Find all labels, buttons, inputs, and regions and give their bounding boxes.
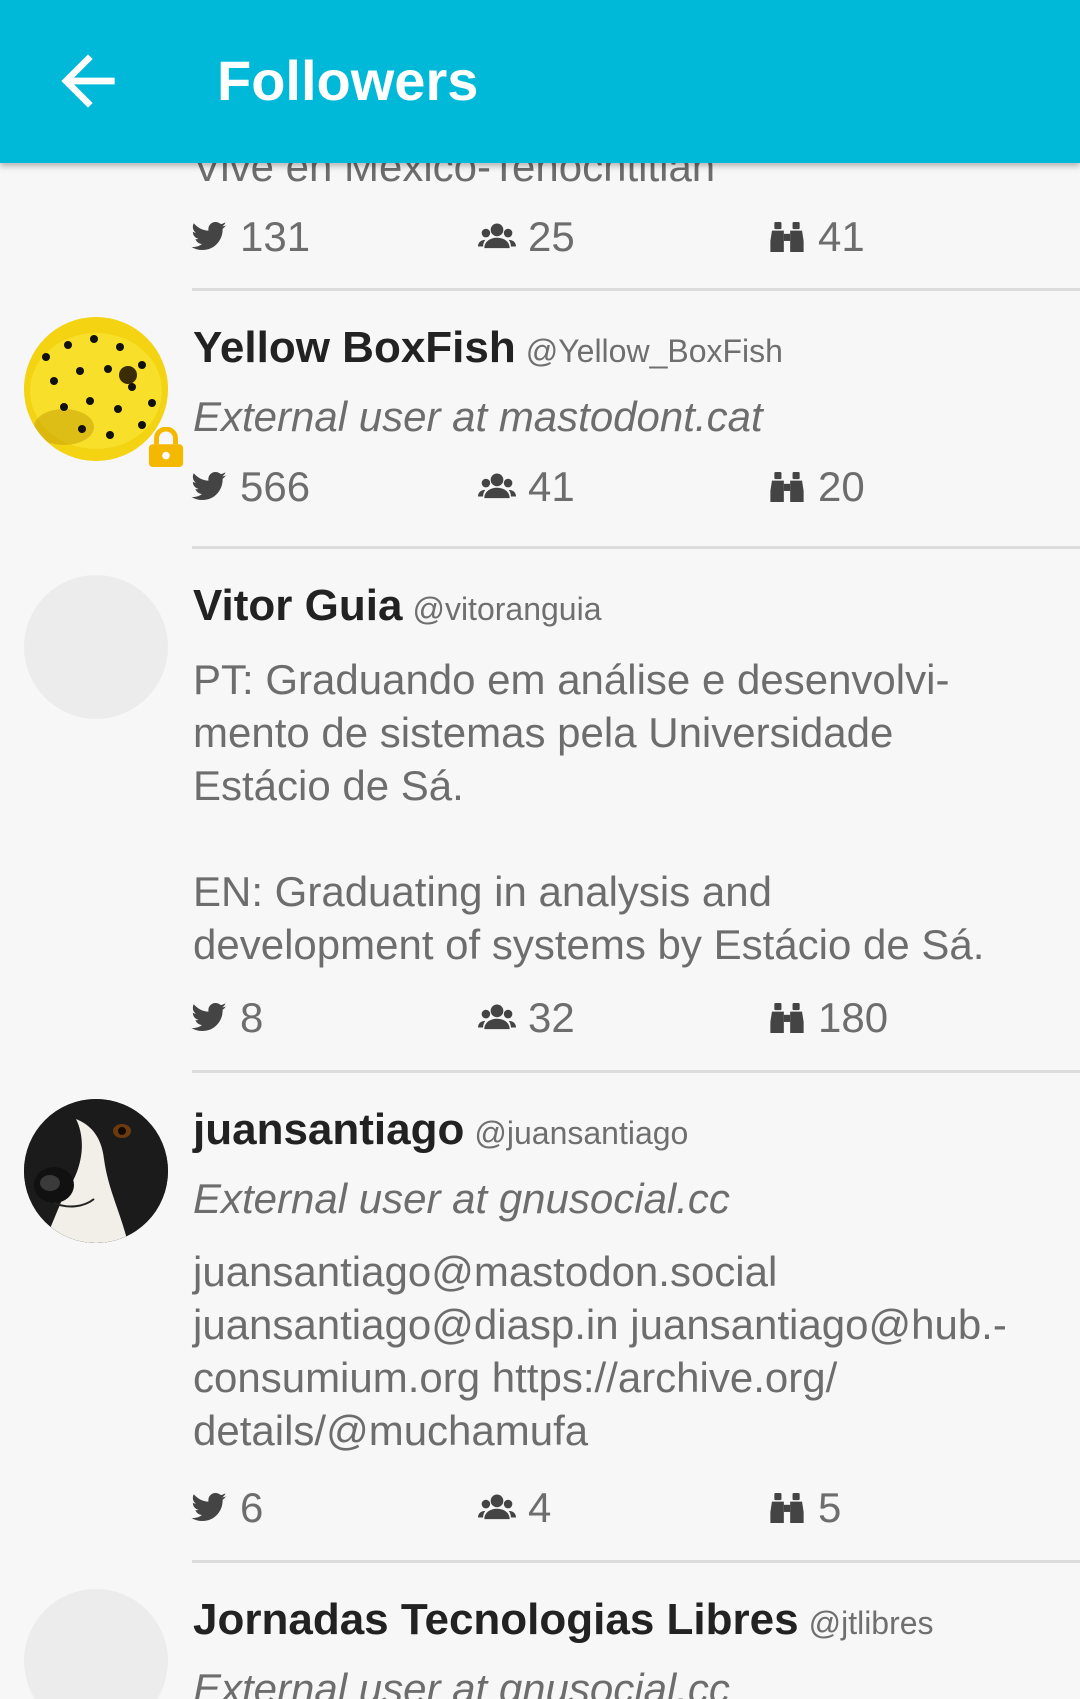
binoculars-icon [768, 218, 806, 256]
user-handle: @vitoranguia [412, 591, 602, 627]
binoculars-icon [768, 468, 806, 506]
user-handle: @jtlibres [808, 1605, 934, 1641]
external-user-note: External user at mastodont.cat [193, 393, 763, 440]
followers-count[interactable]: 41 [478, 457, 575, 517]
twitter-bird-icon [190, 468, 228, 506]
users-group-icon [478, 468, 516, 506]
user-name-line: juansantiago @juansantiago [193, 1105, 688, 1165]
users-group-icon [478, 999, 516, 1037]
user-name-line: Jornadas Tecnologias Libres @jtlibres [193, 1595, 934, 1655]
list-item[interactable]: Vitor Guia @vitoranguia PT: Graduando em … [0, 550, 1080, 1074]
followers-list[interactable]: Vive en México-Tenochtitlan 131 25 41 Ye… [0, 0, 1080, 1699]
binoculars-icon [768, 999, 806, 1037]
user-display-name: Vitor Guia [193, 581, 403, 630]
twitter-bird-icon [190, 218, 228, 256]
dog-avatar-image [24, 1099, 168, 1243]
external-user-note: External user at gnusocial.cc [193, 1175, 730, 1222]
list-item[interactable]: Yellow BoxFish @Yellow_BoxFish External u… [0, 292, 1080, 550]
divider [192, 546, 1080, 549]
list-item[interactable]: juansantiago @juansantiago External user … [0, 1074, 1080, 1564]
twitter-bird-icon [190, 1489, 228, 1527]
users-group-icon [478, 1489, 516, 1527]
following-count[interactable]: 41 [768, 207, 865, 267]
app-bar: Followers [0, 0, 1080, 163]
statuses-count[interactable]: 131 [190, 207, 310, 267]
statuses-count[interactable]: 566 [190, 457, 310, 517]
user-stats: 8 32 180 [190, 988, 1060, 1048]
followers-count[interactable]: 25 [478, 207, 575, 267]
following-count[interactable]: 20 [768, 457, 865, 517]
user-bio: juansantiago@mastodon.social juansantiag… [193, 1248, 1007, 1454]
avatar[interactable] [24, 575, 168, 719]
user-handle: @Yellow_BoxFish [525, 333, 783, 369]
user-bio: PT: Graduando em análise e desenvolvi- m… [193, 656, 985, 968]
divider [192, 1560, 1080, 1563]
followers-count[interactable]: 4 [478, 1478, 551, 1538]
external-user-note: External user at gnusocial.cc [193, 1665, 730, 1699]
statuses-count[interactable]: 6 [190, 1478, 263, 1538]
divider [192, 288, 1080, 291]
users-group-icon [478, 218, 516, 256]
user-name-line: Yellow BoxFish @Yellow_BoxFish [193, 323, 783, 383]
user-name-line: Vitor Guia @vitoranguia [193, 581, 601, 641]
followers-count[interactable]: 32 [478, 988, 575, 1048]
arrow-left-icon [61, 54, 115, 108]
lock-icon [148, 427, 184, 467]
page-title: Followers [217, 49, 479, 112]
avatar[interactable] [24, 1099, 168, 1243]
following-count[interactable]: 180 [768, 988, 888, 1048]
divider [192, 1070, 1080, 1073]
following-count[interactable]: 5 [768, 1478, 841, 1538]
avatar[interactable] [24, 1589, 168, 1699]
user-stats: 6 4 5 [190, 1478, 1060, 1538]
back-button[interactable] [48, 41, 128, 121]
user-stats: 566 41 20 [190, 457, 1060, 517]
user-display-name: juansantiago [193, 1105, 465, 1154]
list-item[interactable]: Jornadas Tecnologias Libres @jtlibres Ext… [0, 1564, 1080, 1699]
twitter-bird-icon [190, 999, 228, 1037]
user-handle: @juansantiago [474, 1115, 689, 1151]
user-display-name: Yellow BoxFish [193, 323, 516, 372]
statuses-count[interactable]: 8 [190, 988, 263, 1048]
binoculars-icon [768, 1489, 806, 1527]
user-stats: 131 25 41 [190, 207, 1060, 267]
user-display-name: Jornadas Tecnologias Libres [193, 1595, 799, 1644]
